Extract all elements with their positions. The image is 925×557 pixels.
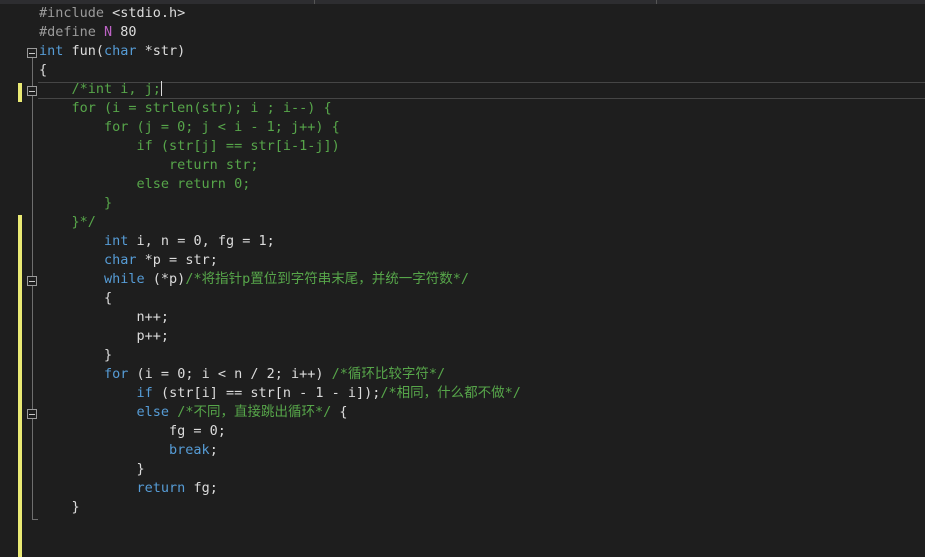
code-line[interactable]: { — [39, 289, 521, 308]
code-token: fun( — [63, 43, 105, 59]
code-token: char — [104, 43, 137, 59]
code-line[interactable]: for (i = 0; i < n / 2; i++) /*循环比较字符*/ — [39, 365, 521, 384]
code-token: N — [104, 24, 113, 40]
code-token: for (j = 0; j < i - 1; j++) { — [39, 119, 340, 135]
code-token: { — [331, 404, 348, 420]
code-line[interactable]: else /*不同，直接跳出循环*/ { — [39, 403, 521, 422]
code-token: int — [39, 43, 64, 59]
code-token: } — [39, 347, 113, 363]
code-line[interactable]: } — [39, 498, 521, 517]
code-token: *p = str; — [136, 252, 218, 268]
code-line[interactable]: } — [39, 194, 521, 213]
code-line[interactable]: else return 0; — [39, 175, 521, 194]
code-line[interactable]: break; — [39, 441, 521, 460]
code-token: } — [39, 461, 145, 477]
code-line[interactable]: for (j = 0; j < i - 1; j++) { — [39, 118, 521, 137]
code-token: return — [136, 480, 186, 496]
code-token: if — [136, 385, 153, 401]
tab-separator — [656, 0, 657, 4]
code-line[interactable]: } — [39, 460, 521, 479]
code-token: }*/ — [39, 214, 96, 230]
code-token: else return 0; — [39, 176, 251, 192]
code-line[interactable]: p++; — [39, 327, 521, 346]
code-token: if (str[j] == str[i-1-j]) — [39, 138, 340, 154]
code-token: ; — [209, 442, 218, 458]
code-line[interactable]: fg = 0; — [39, 422, 521, 441]
code-line[interactable]: while (*p)/*将指针p置位到字符串末尾，并统一字符数*/ — [39, 270, 521, 289]
code-token: *str) — [136, 43, 186, 59]
code-token: p++; — [39, 328, 170, 344]
outline-guide — [32, 58, 33, 520]
code-line[interactable]: return fg; — [39, 479, 521, 498]
text-caret — [160, 81, 162, 96]
code-token: /*将指针p置位到字符串末尾，并统一字符数*/ — [185, 271, 469, 287]
code-token: for (i = strlen(str); i ; i--) { — [39, 100, 332, 116]
code-token: { — [39, 62, 48, 78]
code-token: /*循环比较字符*/ — [331, 366, 446, 382]
code-token: char — [104, 252, 137, 268]
code-token: } — [39, 499, 80, 515]
change-margin-bar — [18, 83, 22, 102]
code-token: n++; — [39, 309, 170, 325]
code-line[interactable]: } — [39, 346, 521, 365]
code-line[interactable]: #include <stdio.h> — [39, 4, 521, 23]
code-line[interactable]: }*/ — [39, 213, 521, 232]
code-token: fg; — [185, 480, 218, 496]
collapse-icon[interactable] — [27, 409, 37, 419]
code-token: for — [104, 366, 129, 382]
code-line[interactable]: { — [39, 61, 521, 80]
code-token: else — [136, 404, 170, 420]
code-line[interactable]: return str; — [39, 156, 521, 175]
code-line[interactable]: int fun(char *str) — [39, 42, 521, 61]
code-line[interactable]: n++; — [39, 308, 521, 327]
code-token: /*int i, j; — [39, 81, 161, 97]
code-token: #include — [39, 5, 113, 21]
code-token: (*p) — [144, 271, 186, 287]
code-line[interactable]: for (i = strlen(str); i ; i--) { — [39, 99, 521, 118]
code-token: /*相同，什么都不做*/ — [380, 385, 521, 401]
code-token: i, n = 0, fg = 1; — [128, 233, 275, 249]
code-token: #define — [39, 24, 105, 40]
code-token: /*不同，直接跳出循环*/ — [177, 404, 332, 420]
collapse-icon[interactable] — [27, 48, 37, 58]
code-token: { — [39, 290, 113, 306]
code-token: break — [169, 442, 210, 458]
code-token: <stdio.h> — [112, 5, 186, 21]
code-line[interactable]: if (str[i] == str[n - 1 - i]);/*相同，什么都不做… — [39, 384, 521, 403]
code-line[interactable]: if (str[j] == str[i-1-j]) — [39, 137, 521, 156]
code-line[interactable]: int i, n = 0, fg = 1; — [39, 232, 521, 251]
code-token: int — [104, 233, 129, 249]
code-editor[interactable]: #include <stdio.h> #define N 80 int fun(ch… — [39, 4, 521, 517]
code-line[interactable]: #define N 80 — [39, 23, 521, 42]
code-line[interactable]: char *p = str; — [39, 251, 521, 270]
outline-guide-end — [32, 519, 38, 520]
code-token: (str[i] == str[n - 1 - i]); — [152, 385, 381, 401]
code-token: } — [39, 195, 113, 211]
code-token: fg = 0; — [39, 423, 226, 439]
collapse-icon[interactable] — [27, 86, 37, 96]
collapse-icon[interactable] — [27, 276, 37, 286]
change-margin-bar — [18, 215, 22, 557]
code-token: 80 — [112, 24, 137, 40]
code-token: while — [104, 271, 145, 287]
code-line[interactable]: /*int i, j; — [39, 80, 521, 99]
code-token: return str; — [39, 157, 259, 173]
code-token: (i = 0; i < n / 2; i++) — [128, 366, 332, 382]
